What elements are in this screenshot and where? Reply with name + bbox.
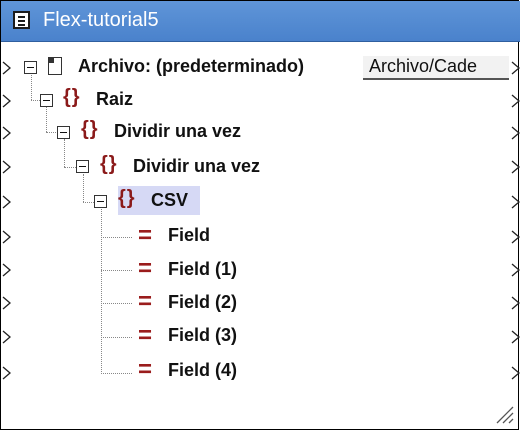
collapse-icon[interactable] bbox=[40, 94, 53, 107]
braces-icon: {} bbox=[81, 118, 99, 140]
braces-icon: {} bbox=[63, 86, 81, 108]
connector-triangle-icon[interactable] bbox=[2, 126, 11, 140]
tree-line bbox=[101, 303, 132, 304]
collapse-icon[interactable] bbox=[76, 160, 89, 173]
connector-triangle-icon[interactable] bbox=[2, 263, 11, 277]
tree-label-field[interactable]: Field bbox=[168, 225, 210, 246]
resize-grip-icon[interactable] bbox=[494, 404, 514, 424]
connector-triangle-icon[interactable] bbox=[511, 263, 520, 277]
tree-line bbox=[46, 132, 56, 133]
connector-triangle-icon[interactable] bbox=[511, 195, 520, 209]
connector-triangle-icon[interactable] bbox=[2, 195, 11, 209]
tree-label-field-1[interactable]: Field (1) bbox=[168, 259, 237, 280]
tree-label-raiz: Raiz bbox=[96, 89, 134, 109]
connector-triangle-icon[interactable] bbox=[511, 230, 520, 244]
tree-line bbox=[31, 75, 32, 100]
connector-triangle-icon[interactable] bbox=[2, 230, 11, 244]
tree-line bbox=[31, 100, 40, 101]
tree-label-dividir-2: Dividir una vez bbox=[133, 156, 261, 176]
collapse-icon[interactable] bbox=[57, 126, 70, 139]
root-label: Archivo: (predeterminado) bbox=[78, 56, 305, 76]
tree-line bbox=[101, 373, 132, 374]
tree-line bbox=[101, 237, 132, 238]
connector-triangle-icon[interactable] bbox=[511, 366, 520, 380]
file-icon bbox=[48, 57, 62, 75]
connector-triangle-icon[interactable] bbox=[2, 366, 11, 380]
field-icon: = bbox=[138, 255, 153, 282]
field-icon: = bbox=[138, 356, 153, 383]
collapse-icon[interactable] bbox=[94, 195, 107, 208]
tree-line bbox=[46, 107, 47, 132]
tree-label-field-3[interactable]: Field (3) bbox=[168, 325, 237, 346]
connector-triangle-icon[interactable] bbox=[511, 61, 520, 75]
tree-line bbox=[83, 202, 94, 203]
field-icon: = bbox=[138, 222, 153, 249]
tree-label-field-2[interactable]: Field (2) bbox=[168, 292, 237, 313]
tree-line bbox=[83, 174, 84, 202]
connector-triangle-icon[interactable] bbox=[511, 330, 520, 344]
tree-label-csv[interactable]: CSV bbox=[151, 190, 188, 211]
file-path-tab[interactable]: Archivo/Cade bbox=[363, 56, 509, 80]
collapse-icon[interactable] bbox=[24, 61, 37, 74]
tree-label-dividir-1: Dividir una vez bbox=[114, 121, 242, 141]
title-bar[interactable]: Flex-tutorial5 bbox=[1, 1, 520, 42]
field-icon: = bbox=[138, 322, 153, 349]
tree-line bbox=[101, 337, 132, 338]
connector-triangle-icon[interactable] bbox=[511, 126, 520, 140]
tree-line bbox=[101, 209, 102, 374]
tree-line bbox=[101, 270, 132, 271]
document-icon bbox=[13, 11, 30, 29]
connector-triangle-icon[interactable] bbox=[2, 296, 11, 310]
field-icon: = bbox=[138, 288, 153, 315]
window-title: Flex-tutorial5 bbox=[43, 9, 159, 31]
connector-triangle-icon[interactable] bbox=[511, 94, 520, 108]
connector-triangle-icon[interactable] bbox=[511, 296, 520, 310]
connector-triangle-icon[interactable] bbox=[511, 160, 520, 174]
braces-icon: {} bbox=[118, 187, 136, 209]
tree-label-field-4[interactable]: Field (4) bbox=[168, 360, 237, 381]
tree-line bbox=[64, 167, 76, 168]
connector-triangle-icon[interactable] bbox=[2, 330, 11, 344]
connector-triangle-icon[interactable] bbox=[2, 160, 11, 174]
braces-icon: {} bbox=[100, 153, 118, 175]
connector-triangle-icon[interactable] bbox=[2, 61, 11, 75]
tree-line bbox=[64, 139, 65, 167]
connector-triangle-icon[interactable] bbox=[2, 94, 11, 108]
